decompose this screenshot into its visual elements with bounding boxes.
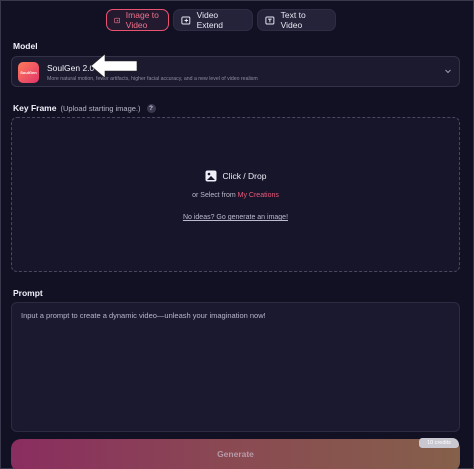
key-frame-title: Key Frame [13, 103, 57, 113]
model-logo: SoulGen [18, 62, 39, 83]
upload-label: Click / Drop [222, 171, 267, 181]
text-video-icon [265, 15, 275, 25]
model-name: SoulGen 2.0 [47, 63, 95, 73]
prompt-section-label: Prompt [13, 288, 43, 298]
generate-button[interactable]: Generate [11, 439, 460, 469]
prompt-box [11, 302, 460, 432]
upload-prompt: Click / Drop [12, 170, 459, 182]
pointer-arrow-icon [90, 53, 138, 79]
model-description: More natural motion, fewer artifacts, hi… [47, 76, 258, 82]
mode-tabs: Image to Video Video Extend Text to Vide… [106, 9, 336, 31]
upload-image-icon [205, 170, 217, 182]
generate-image-link[interactable]: No ideas? Go generate an image! [12, 214, 459, 221]
tab-video-extend[interactable]: Video Extend [173, 9, 253, 31]
tab-image-to-video[interactable]: Image to Video [106, 9, 169, 31]
tab-label: Image to Video [125, 10, 159, 30]
key-frame-upload-area[interactable]: Click / Drop or Select from My Creations… [11, 117, 460, 272]
tab-text-to-video[interactable]: Text to Video [257, 9, 336, 31]
credits-badge: 10 credits [419, 438, 459, 448]
model-select[interactable]: SoulGen SoulGen 2.0 More natural motion,… [11, 56, 460, 87]
select-from-text: or Select from My Creations [12, 192, 459, 199]
tab-label: Text to Video [280, 10, 306, 30]
prompt-input[interactable] [21, 311, 450, 423]
tab-label: Video Extend [196, 10, 224, 30]
help-icon[interactable]: ? [146, 103, 156, 113]
select-prefix: or Select from [192, 192, 236, 199]
key-frame-hint: (Upload starting image.) [60, 103, 141, 113]
image-video-icon [114, 17, 120, 23]
image-to-video-panel: Image to Video Video Extend Text to Vide… [0, 0, 474, 469]
chevron-down-icon [445, 69, 451, 74]
video-extend-icon [181, 15, 191, 25]
my-creations-link[interactable]: My Creations [238, 192, 279, 199]
model-section-label: Model [13, 41, 38, 51]
key-frame-section-label: Key Frame (Upload starting image.) ? [13, 103, 156, 113]
